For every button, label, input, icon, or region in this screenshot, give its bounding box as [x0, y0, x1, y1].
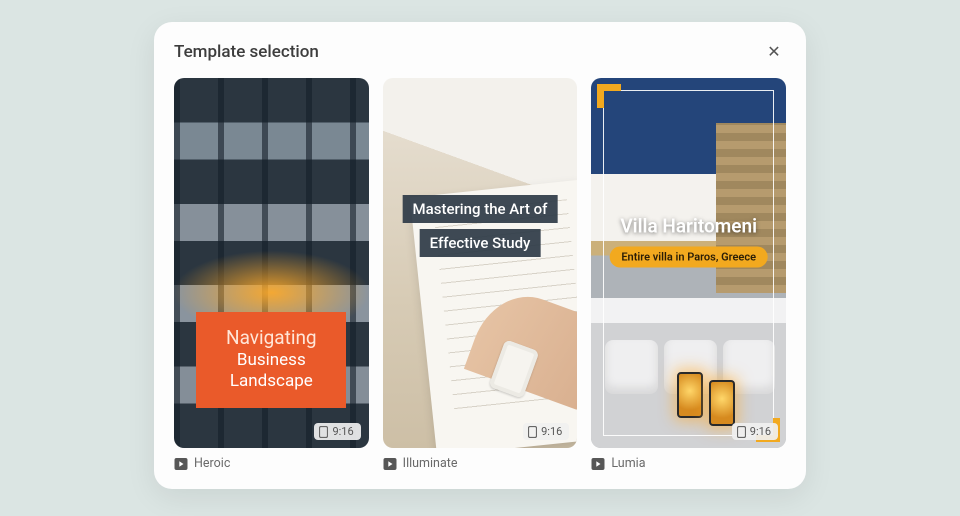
template-name: Lumia	[611, 456, 645, 471]
close-icon: ✕	[767, 42, 780, 62]
play-icon	[174, 457, 188, 471]
aspect-ratio-badge: 9:16	[523, 423, 569, 440]
template-name: Illuminate	[403, 456, 458, 471]
template-card-footer: Heroic	[174, 456, 369, 471]
portrait-icon	[528, 426, 537, 438]
template-selection-modal: Template selection ✕ Navigating Business…	[154, 22, 806, 489]
decorative-lantern	[677, 372, 703, 418]
template-thumbnail: Mastering the Art of Effective Study 9:1…	[383, 78, 578, 448]
title-line: Navigating	[204, 326, 338, 350]
aspect-ratio-text: 9:16	[750, 425, 771, 438]
overlay-line: Mastering the Art of	[403, 195, 558, 223]
title-line: Business	[204, 350, 338, 371]
portrait-icon	[737, 426, 746, 438]
thumbnail-title-box: Navigating Business Landscape	[196, 312, 346, 408]
template-card-footer: Lumia	[591, 456, 786, 471]
thumbnail-overlay: Mastering the Art of Effective Study	[383, 192, 578, 260]
play-icon	[591, 457, 605, 471]
portrait-icon	[319, 426, 328, 438]
template-thumbnail: Navigating Business Landscape 9:16	[174, 78, 369, 448]
template-card-lumia[interactable]: Villa Haritomeni Entire villa in Paros, …	[591, 78, 786, 471]
decorative-stone-wall	[716, 123, 786, 293]
template-name: Heroic	[194, 456, 230, 471]
close-button[interactable]: ✕	[762, 40, 786, 64]
thumbnail-overlay: Villa Haritomeni Entire villa in Paros, …	[591, 214, 786, 267]
title-line: Landscape	[204, 371, 338, 392]
overlay-line: Effective Study	[420, 229, 541, 257]
template-card-heroic[interactable]: Navigating Business Landscape 9:16 Heroi…	[174, 78, 369, 471]
aspect-ratio-badge: 9:16	[732, 423, 778, 440]
template-thumbnail: Villa Haritomeni Entire villa in Paros, …	[591, 78, 786, 448]
overlay-subtitle-pill: Entire villa in Paros, Greece	[609, 246, 768, 267]
aspect-ratio-text: 9:16	[541, 425, 562, 438]
template-card-illuminate[interactable]: Mastering the Art of Effective Study 9:1…	[383, 78, 578, 471]
aspect-ratio-text: 9:16	[332, 425, 353, 438]
frame-corner-icon	[597, 84, 621, 108]
template-card-list: Navigating Business Landscape 9:16 Heroi…	[174, 78, 786, 471]
template-card-footer: Illuminate	[383, 456, 578, 471]
modal-title: Template selection	[174, 42, 319, 62]
play-icon	[383, 457, 397, 471]
aspect-ratio-badge: 9:16	[314, 423, 360, 440]
modal-header: Template selection ✕	[174, 40, 786, 64]
overlay-title: Villa Haritomeni	[591, 214, 786, 237]
decorative-lantern	[709, 380, 735, 426]
